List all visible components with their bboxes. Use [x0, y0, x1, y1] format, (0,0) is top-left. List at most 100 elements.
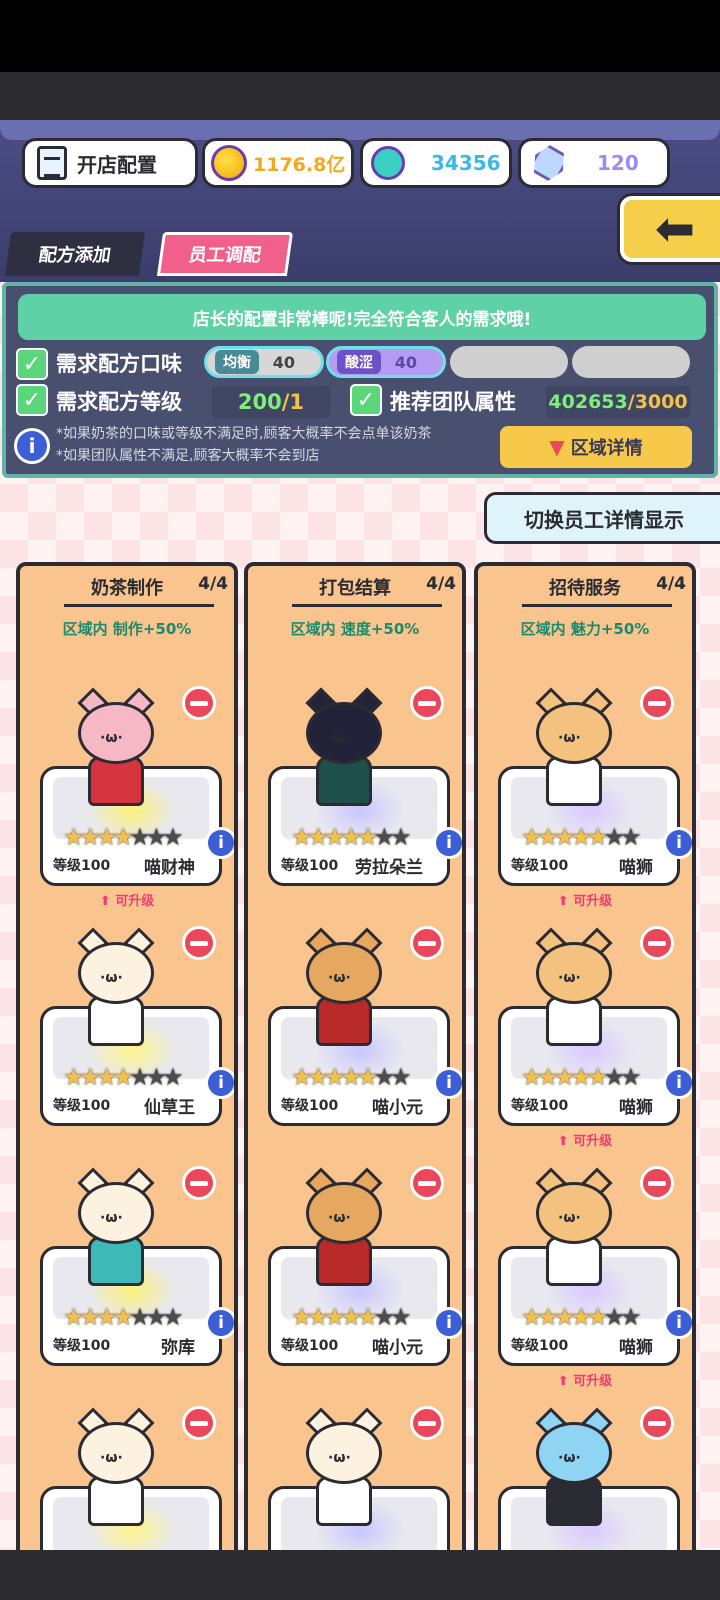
gem-counter[interactable]: 120	[518, 138, 670, 188]
staff-character: ·ω·	[66, 1164, 166, 1294]
remove-staff-button[interactable]	[640, 1406, 674, 1440]
remove-staff-button[interactable]	[182, 926, 216, 960]
area-details-label: 区域详情	[570, 438, 643, 459]
staff-name: 仙草王	[144, 1098, 195, 1118]
cat-face: ·ω·	[100, 730, 123, 746]
star-rating: ★★★★★★★	[63, 823, 183, 851]
level-label: 需求配方等级	[56, 390, 182, 414]
upgrade-label: 可升级	[573, 1134, 613, 1149]
remove-staff-button[interactable]	[410, 1406, 444, 1440]
upgrade-tag: ⬆ 可升级	[478, 890, 692, 909]
upgrade-label: 可升级	[573, 1374, 613, 1389]
coin-counter[interactable]: 1176.8亿	[202, 138, 354, 188]
staff-character: ·ω·	[66, 924, 166, 1054]
status-banner: 店长的配置非常棒呢!完全符合客人的需求哦!	[18, 294, 706, 340]
level-current: 200	[237, 390, 282, 414]
remove-staff-button[interactable]	[640, 686, 674, 720]
column-count: 4/4	[426, 574, 456, 594]
staff-name: 喵狮	[619, 1098, 653, 1118]
column-title-underline	[292, 604, 442, 607]
staff-character: ·ω·	[294, 1404, 394, 1534]
coin-icon	[211, 145, 247, 181]
hint-text-2: *如果团队属性不满足,顾客大概率不会到店	[56, 448, 320, 464]
area-marker-icon: ▼	[549, 435, 565, 459]
back-button[interactable]: ⬅	[620, 196, 720, 262]
column-count: 4/4	[656, 574, 686, 594]
staff-level: 等级100	[511, 1338, 569, 1354]
flavor-slot-3-empty[interactable]	[450, 346, 568, 378]
star-rating: ★★★★★★★	[521, 1063, 641, 1091]
staff-column: 奶茶制作 4/4 区域内 制作+50% ★★★★★★★ 等级100 喵财神 i ·ω· ⬆ 可升…	[16, 562, 238, 1552]
remove-staff-button[interactable]	[410, 1166, 444, 1200]
cat-face: ·ω·	[100, 1450, 123, 1466]
staff-name: 喵狮	[619, 858, 653, 878]
staff-column: 打包结算 4/4 区域内 速度+50% ★★★★★★★ 等级100 劳拉朵兰 i ·ω· ★★★…	[244, 562, 466, 1552]
team-required: /3000	[627, 391, 688, 413]
staff-character: ·ω·	[294, 1164, 394, 1294]
upgrade-tag: ⬆ 可升级	[478, 1130, 692, 1149]
remove-staff-button[interactable]	[640, 926, 674, 960]
star-rating: ★★★★★★★	[291, 1303, 411, 1331]
staff-character: ·ω·	[524, 924, 624, 1054]
note-counter[interactable]: 34356	[360, 138, 512, 188]
staff-info-button[interactable]: i	[663, 1307, 692, 1339]
flavor-slot-4-empty[interactable]	[572, 346, 690, 378]
staff-info-button[interactable]: i	[663, 1067, 692, 1099]
cat-face: ·ω·	[328, 730, 351, 746]
team-label: 推荐团队属性	[390, 390, 516, 414]
staff-character: ·ω·	[524, 1404, 624, 1534]
up-arrow-icon: ⬆	[99, 894, 116, 909]
check-icon: ✓	[16, 348, 48, 380]
flavor-slot-1[interactable]: 均衡 40	[204, 346, 324, 378]
staff-info-button[interactable]: i	[205, 827, 234, 859]
tab-recipe[interactable]: 配方添加	[4, 232, 146, 276]
staff-info-button[interactable]: i	[433, 1307, 462, 1339]
staff-name: 喵财神	[144, 858, 195, 878]
remove-staff-button[interactable]	[182, 1166, 216, 1200]
staff-character: ·ω·	[524, 1164, 624, 1294]
navigation-bar	[0, 1550, 720, 1600]
status-bar	[0, 0, 720, 72]
tab-recipe-label: 配方添加	[37, 245, 113, 266]
area-details-button[interactable]: ▼ 区域详情	[500, 426, 692, 468]
staff-info-button[interactable]: i	[663, 827, 692, 859]
back-arrow-icon: ⬅	[654, 201, 696, 257]
cat-face: ·ω·	[558, 1450, 581, 1466]
flavor-slot-2[interactable]: 酸涩 40	[326, 346, 446, 378]
staff-info-button[interactable]: i	[205, 1067, 234, 1099]
staff-level: 等级100	[53, 858, 111, 874]
remove-staff-button[interactable]	[410, 926, 444, 960]
tab-staff[interactable]: 员工调配	[156, 232, 294, 276]
column-title-underline	[64, 604, 214, 607]
switch-staff-view-button[interactable]: 切换员工详情显示	[484, 492, 720, 544]
info-icon[interactable]: i	[14, 428, 50, 464]
column-count: 4/4	[198, 574, 228, 594]
staff-info-button[interactable]: i	[433, 827, 462, 859]
cat-face: ·ω·	[100, 1210, 123, 1226]
star-rating: ★★★★★★★	[291, 1063, 411, 1091]
remove-staff-button[interactable]	[410, 686, 444, 720]
remove-staff-button[interactable]	[640, 1166, 674, 1200]
flavor-value: 40	[394, 352, 417, 372]
column-bonus: 区域内 速度+50%	[290, 620, 420, 638]
cat-face: ·ω·	[558, 730, 581, 746]
star-rating: ★★★★★★★	[291, 823, 411, 851]
upgrade-tag: ⬆ 可升级	[478, 1370, 692, 1389]
staff-character: ·ω·	[66, 684, 166, 814]
game-screen: 开店配置 1176.8亿 34356 120 配方添加 员工调配 ⬅ 店长的配置…	[0, 120, 720, 1552]
document-icon	[37, 146, 67, 180]
coin-amount: 1176.8亿	[253, 153, 346, 176]
staff-info-button[interactable]: i	[205, 1307, 234, 1339]
up-arrow-icon: ⬆	[557, 1374, 574, 1389]
remove-staff-button[interactable]	[182, 686, 216, 720]
staff-info-button[interactable]: i	[433, 1067, 462, 1099]
staff-name: 劳拉朵兰	[355, 858, 423, 878]
tab-staff-label: 员工调配	[187, 245, 263, 266]
cat-face: ·ω·	[328, 1210, 351, 1226]
team-current: 402653	[548, 391, 628, 413]
flavor-tag: 均衡	[215, 350, 259, 374]
config-button[interactable]: 开店配置	[22, 138, 198, 188]
up-arrow-icon: ⬆	[557, 1134, 574, 1149]
remove-staff-button[interactable]	[182, 1406, 216, 1440]
star-rating: ★★★★★★★	[63, 1303, 183, 1331]
